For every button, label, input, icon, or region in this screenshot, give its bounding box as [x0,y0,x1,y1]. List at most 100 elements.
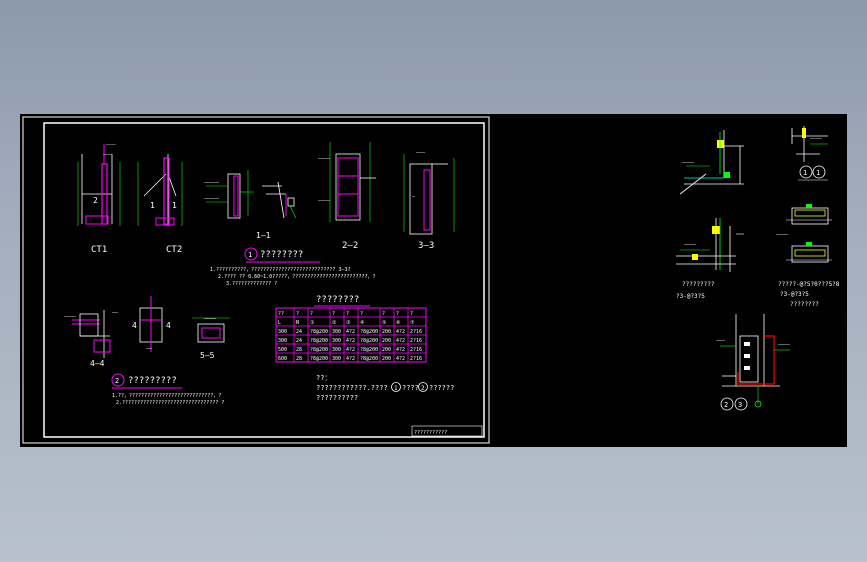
table-cell: 300 [332,347,341,353]
detail1-note-2: 2.???? ?? 0.60~1.0?????，????????????????… [218,274,376,280]
section-1-1: ————— ————— [204,170,297,219]
panel-4: 4 4 —— [132,296,171,352]
table-header-cell: ?? [278,311,284,317]
table-cell: 500 [278,347,287,353]
table-cell: 4?2 [396,329,405,335]
rebar-table: ????????? ? L N ① ② ③ ④ ⑤ ⑥ ⑦ 300 24 ?8@200 300 4?2 ?8@2… [275,307,427,363]
svg-text:————: ———— [682,160,695,166]
table-cell: 300 [278,329,287,335]
table-cell: 28 [296,347,302,353]
notes-line-2: ?????????? [316,394,358,402]
table-header-cell: ⑤ [382,320,387,326]
table-cell: ?8@200 [360,356,378,362]
table-header-cell: L [278,320,281,326]
table-cell: 4?2 [346,329,355,335]
right-caption-2: ?????-@?5?0???5?8 [778,281,840,288]
table-cell: 4?2 [346,347,355,353]
table-cell: 4?2 [346,356,355,362]
right-caption-1: ????????? [682,281,715,288]
ct1-dim-label: 2 [93,196,98,205]
table-cell: 600 [278,356,287,362]
table-cell: ?8@200 [310,338,328,344]
right-detail-d: ———— [776,204,832,263]
table-header-cell: ⑥ [396,320,401,326]
svg-text:————: ———— [776,232,789,238]
section-5-5-label: 5—5 [200,351,215,360]
table-cell: ?8@200 [310,347,328,353]
table-cell: ?8@200 [360,338,378,344]
svg-text:—————: ————— [204,196,220,202]
svg-text:————: ———— [204,316,217,322]
svg-text:————: ———— [318,156,331,162]
ct2-label: CT2 [166,245,182,255]
table-cell: 300 [332,329,341,335]
drawing-viewport[interactable]: 2 ——— ———— CT1 1 1 CT2 ————— ————— 1—1 —… [20,114,847,447]
ct1-detail: 2 ——— ———— [77,142,121,226]
notes-title: ??： [316,374,331,382]
section-4-4-label: 4—4 [90,359,105,368]
section-2-2-label: 2—2 [342,241,358,251]
svg-text:4: 4 [132,321,137,330]
detail1-num: 1 [248,251,252,259]
svg-text:1: 1 [172,201,177,210]
svg-text:———: ——— [716,338,726,344]
svg-text:2: 2 [421,385,425,392]
table-header-cell: ? [346,311,349,317]
svg-text:1: 1 [150,201,155,210]
table-cell: ?8@200 [360,347,378,353]
cad-canvas: 2 ——— ———— CT1 1 1 CT2 ————— ————— 1—1 —… [0,0,867,562]
section-4-4: ———— —— [64,310,119,358]
table-header-cell: ? [332,311,335,317]
table-cell: ?8@200 [360,329,378,335]
svg-text:3: 3 [738,401,742,409]
table-title: ???????? [316,295,359,305]
notes-ref2-text: ?????? [429,384,454,392]
table-cell: 200 [382,338,391,344]
svg-text:————: ———— [318,198,331,204]
table-cell: 300 [332,356,341,362]
ct1-label: CT1 [91,245,107,255]
table-cell: 200 [382,356,391,362]
svg-text:————: ———— [106,142,116,147]
right-detail-b: ———— [791,126,828,162]
table-cell: ?8@200 [310,356,328,362]
svg-text:1: 1 [394,385,398,392]
svg-text:————: ———— [684,242,697,248]
detail1-title: ???????? [260,250,303,260]
svg-text:—: — [412,194,416,200]
svg-text:————: ———— [778,342,791,348]
svg-text:—————: ————— [204,180,220,186]
table-cell: 2?16 [410,347,422,353]
table-cell: 28 [296,356,302,362]
right-detail-e: ———— ——— [716,314,791,404]
drawing-svg: 2 ——— ———— CT1 1 1 CT2 ————— ————— 1—1 —… [22,116,840,444]
svg-text:———: ——— [416,150,426,156]
right-caption-1b: ?3-@?3?5 [676,293,705,300]
table-cell: ?8@200 [310,329,328,335]
table-cell: 300 [278,338,287,344]
table-header-cell: N [296,320,299,326]
right-detail-c: ———— [676,218,744,272]
table-header-cell: ? [396,311,399,317]
svg-text:————: ———— [64,314,77,320]
table-header-cell: ? [310,311,313,317]
notes-ref1-text: ???? [402,384,419,392]
section-3-3: ——— — [403,150,455,235]
table-header-cell: ? [410,311,413,317]
table-cell: 200 [382,347,391,353]
table-header-cell: ? [360,311,363,317]
svg-text:——: —— [112,310,119,316]
svg-text:1: 1 [816,169,820,177]
detail2-title: ????????? [128,376,177,386]
table-cell: 4?2 [346,338,355,344]
table-cell: 24 [296,329,302,335]
detail1-note-1: 1.??????????，???????????????????????????… [210,267,350,273]
table-cell: 2?16 [410,338,422,344]
section-3-3-label: 3—3 [418,241,434,251]
table-header-cell: ⑦ [410,320,415,326]
table-cell: 4?2 [396,356,405,362]
table-cell: 4?2 [396,347,405,353]
table-cell: 4?2 [396,338,405,344]
detail2-note-2: 2.???????????????????????????????? ? [116,400,224,406]
title-block-text: ??????????? [414,430,447,436]
